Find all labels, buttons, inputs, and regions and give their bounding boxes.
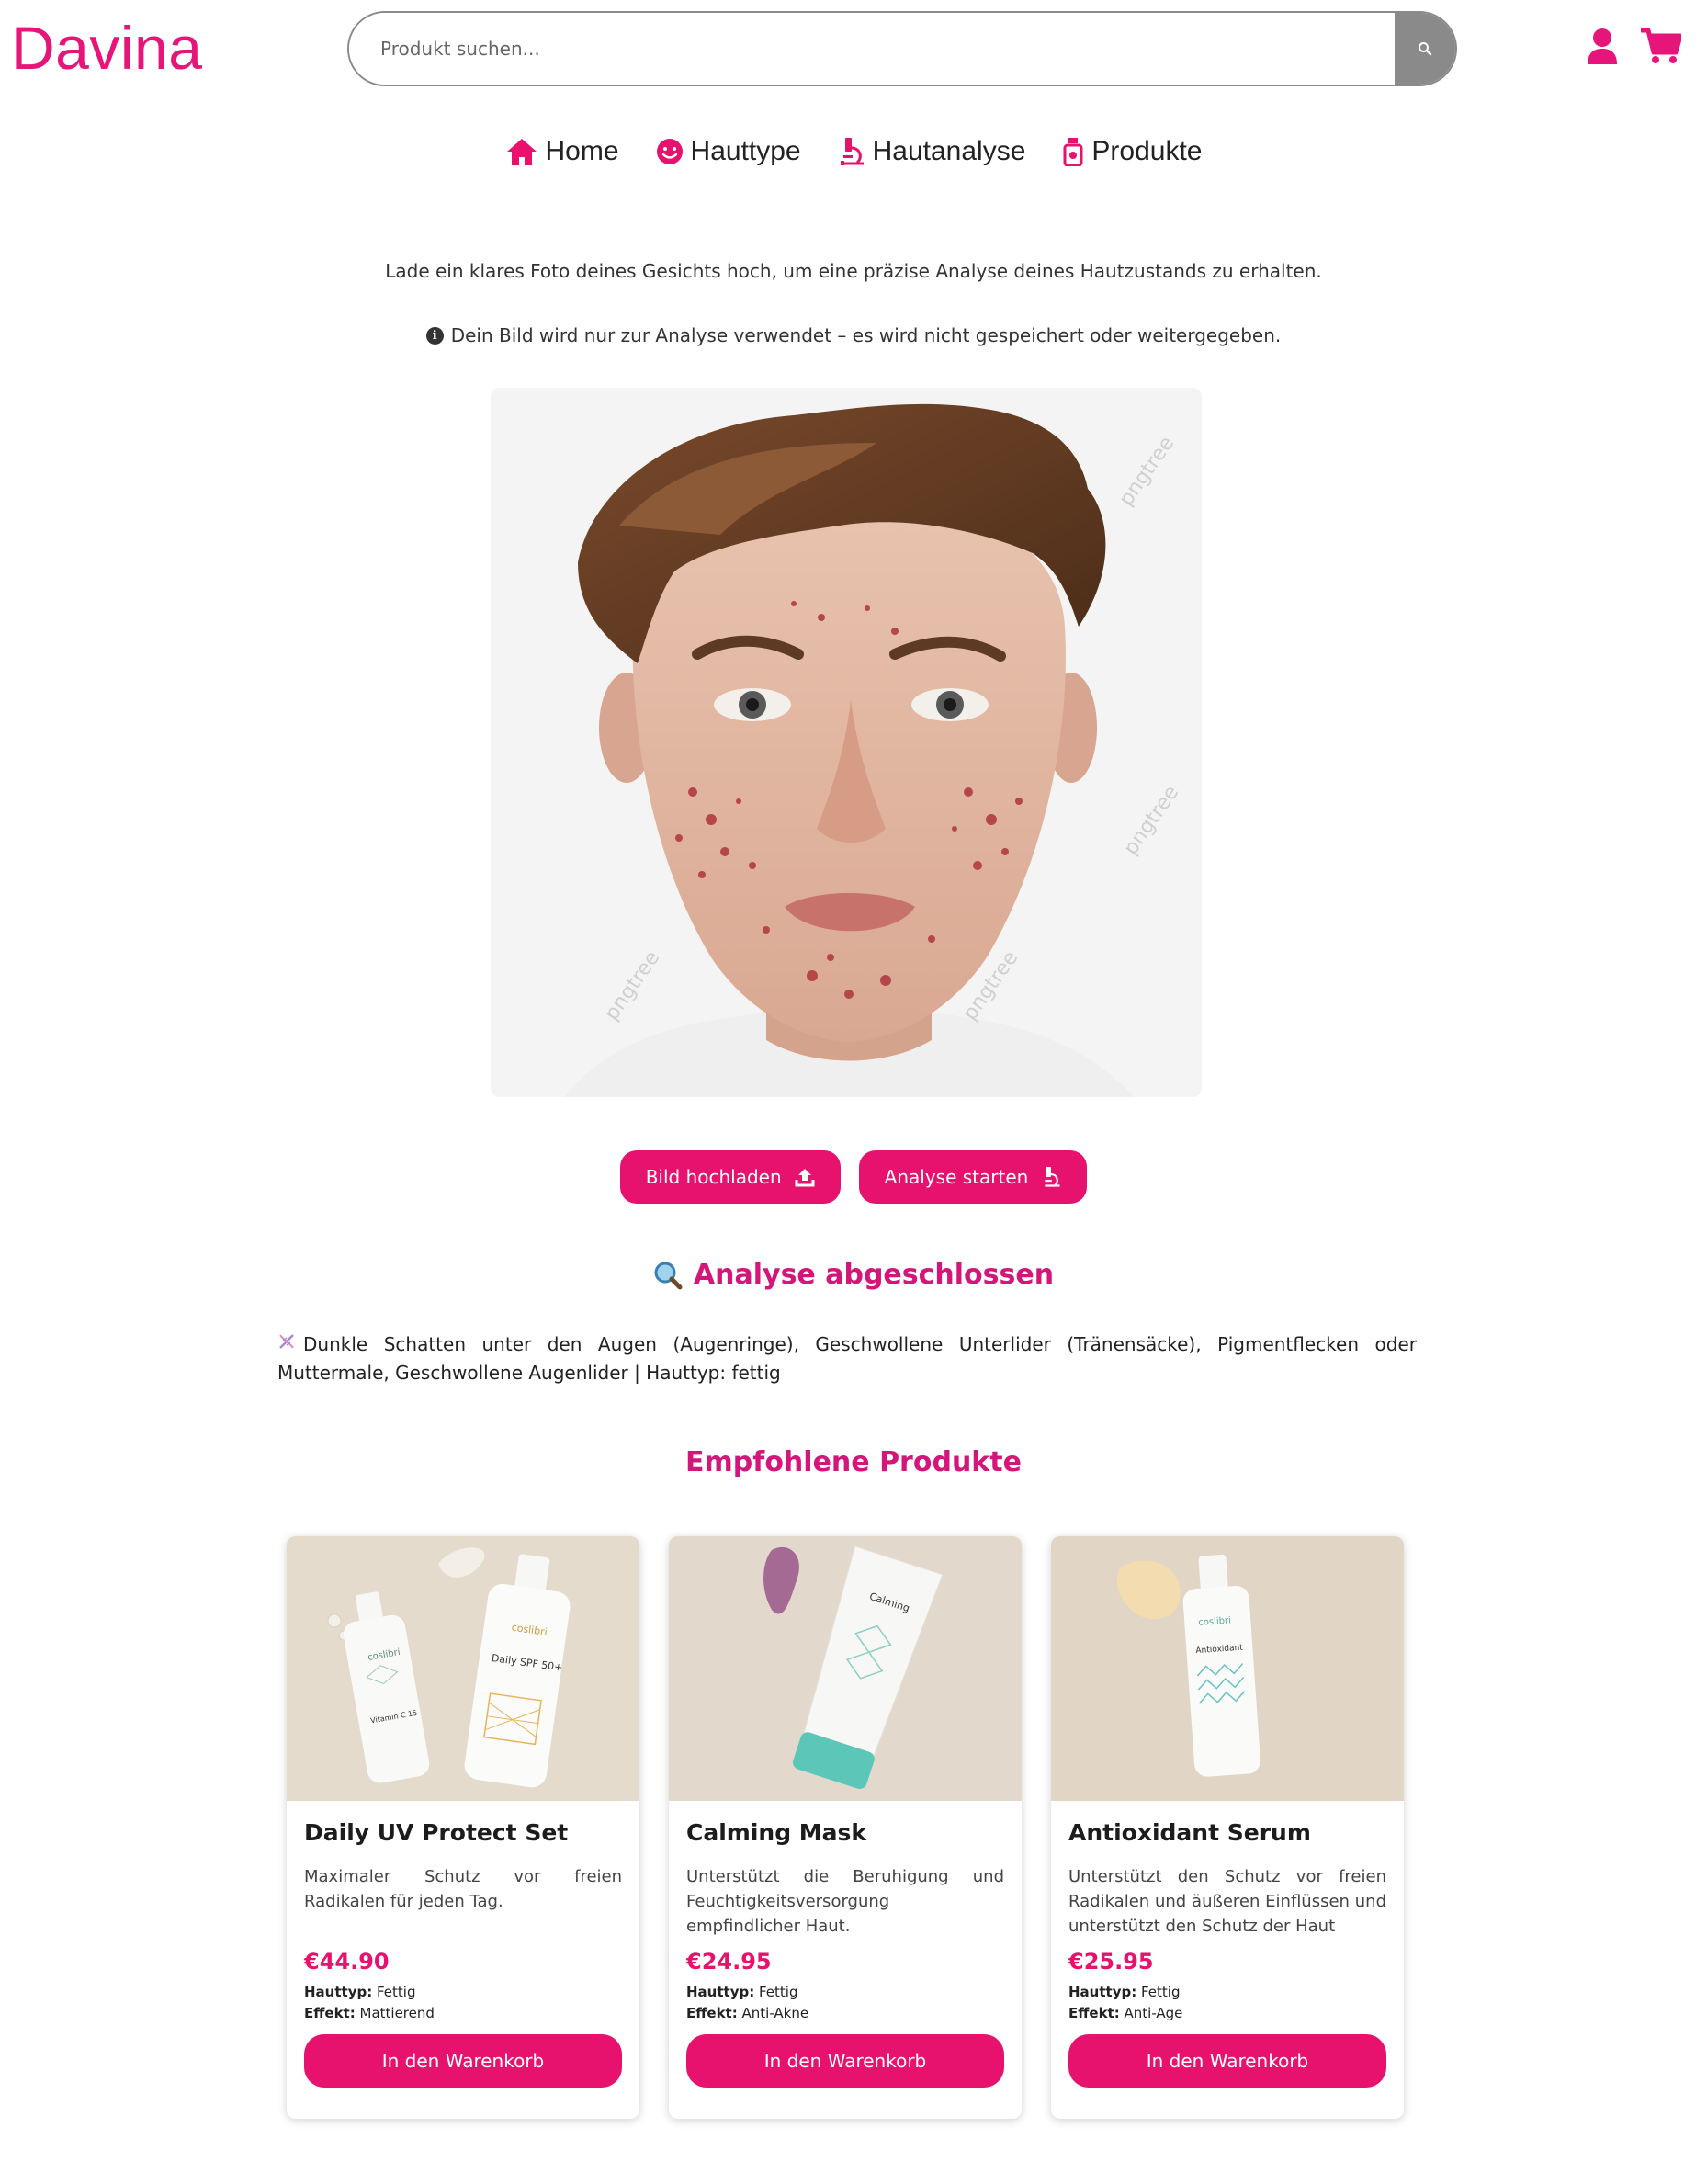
nav-item-home[interactable]: Home [505, 136, 619, 167]
nav-item-produkte[interactable]: Produkte [1062, 136, 1202, 167]
effect: Anti-Akne [741, 2005, 809, 2021]
product-card[interactable]: coslibri Antioxidant Antioxidant Serum U… [1051, 1536, 1404, 2119]
product-description: Maximaler Schutz vor freien Radikalen fü… [304, 1867, 622, 1911]
search-bar [347, 11, 1457, 86]
user-icon[interactable] [1586, 28, 1619, 64]
product-image: coslibri Vitamin C 15 coslibri Daily SPF… [287, 1536, 639, 1801]
product-image: coslibri Antioxidant [1051, 1536, 1404, 1801]
effect-label: Effekt: [304, 2005, 356, 2021]
main-nav: Home Hauttype Hautanalyse Produkte [0, 136, 1707, 167]
dna-icon [277, 1330, 296, 1359]
start-analysis-button[interactable]: Analyse starten [858, 1150, 1088, 1204]
analysis-actions: Bild hochladen Analyse starten [0, 1150, 1707, 1204]
effect-label: Effekt: [686, 2005, 738, 2021]
product-price: €44.90 [304, 1949, 390, 1975]
product-description: Unterstützt die Beruhigung und Feuchtigk… [686, 1867, 1004, 1936]
product-meta: Hauttyp: Fettig Effekt: Anti-Akne [686, 1982, 1004, 2024]
nav-item-hautanalyse[interactable]: Hautanalyse [838, 136, 1026, 167]
recommended-products-title: Empfohlene Produkte [685, 1446, 1022, 1478]
search-button[interactable] [1395, 13, 1455, 85]
analysis-result-text: Dunkle Schatten unter den Augen (Augenri… [277, 1330, 1417, 1387]
microscope-icon [840, 138, 864, 165]
upload-label: Bild hochladen [645, 1166, 782, 1188]
product-price: €25.95 [1068, 1949, 1154, 1975]
nav-label: Produkte [1091, 136, 1203, 166]
product-description: Unterstützt den Schutz vor freien Radika… [1068, 1867, 1386, 1936]
smiley-icon [656, 139, 683, 164]
product-card[interactable]: Calming Calming Mask Unterstützt die Ber… [669, 1536, 1022, 2119]
skin-type: Fettig [1141, 1984, 1181, 2000]
product-grid: coslibri Vitamin C 15 coslibri Daily SPF… [287, 1536, 1406, 2119]
nav-item-hauttype[interactable]: Hauttype [656, 136, 801, 167]
product-meta: Hauttyp: Fettig Effekt: Anti-Age [1068, 1982, 1386, 2024]
product-card[interactable]: coslibri Vitamin C 15 coslibri Daily SPF… [287, 1536, 639, 2119]
microscope-icon [1045, 1167, 1060, 1187]
add-to-cart-button[interactable]: In den Warenkorb [1068, 2034, 1386, 2088]
add-to-cart-button[interactable]: In den Warenkorb [304, 2034, 622, 2088]
product-name[interactable]: Antioxidant Serum [1068, 1819, 1386, 1846]
effect-label: Effekt: [1068, 2005, 1120, 2021]
nav-label: Hautanalyse [872, 136, 1026, 166]
analysis-result-title: Analyse abgeschlossen [0, 1259, 1707, 1291]
result-description: Dunkle Schatten unter den Augen (Augenri… [277, 1333, 1417, 1384]
effect: Anti-Age [1124, 2005, 1183, 2021]
product-meta: Hauttyp: Fettig Effekt: Mattierend [304, 1982, 622, 2024]
nav-label: Hauttype [690, 136, 801, 166]
uploaded-face-photo: pngtree pngtree pngtree pngtree [491, 388, 1202, 1097]
analyze-label: Analyse starten [884, 1166, 1029, 1188]
skin-type: Fettig [377, 1984, 416, 2000]
product-image: Calming [669, 1536, 1022, 1801]
home-icon [506, 139, 537, 165]
bottle-icon [1063, 138, 1083, 166]
privacy-note-text: Dein Bild wird nur zur Analyse verwendet… [450, 324, 1282, 346]
upload-image-button[interactable]: Bild hochladen [619, 1150, 841, 1204]
search-icon [1419, 42, 1432, 56]
privacy-note: i Dein Bild wird nur zur Analyse verwend… [0, 324, 1707, 346]
product-name[interactable]: Calming Mask [686, 1819, 1004, 1846]
logo[interactable]: Davina [11, 13, 202, 83]
upload-icon [795, 1169, 815, 1187]
magnifier-icon [654, 1262, 683, 1289]
intro-text: Lade ein klares Foto deines Gesichts hoc… [385, 260, 1322, 282]
result-title-text: Analyse abgeschlossen [693, 1259, 1055, 1291]
skin-type-label: Hauttyp: [304, 1984, 373, 2000]
skin-type-label: Hauttyp: [1068, 1984, 1137, 2000]
add-to-cart-button[interactable]: In den Warenkorb [686, 2034, 1004, 2088]
skin-type-label: Hauttyp: [686, 1984, 755, 2000]
nav-label: Home [545, 136, 619, 166]
product-price: €24.95 [686, 1949, 772, 1975]
cart-icon[interactable] [1641, 28, 1681, 64]
info-icon: i [425, 326, 444, 345]
product-name[interactable]: Daily UV Protect Set [304, 1819, 622, 1846]
effect: Mattierend [359, 2005, 435, 2021]
search-input[interactable] [349, 13, 1395, 85]
skin-type: Fettig [759, 1984, 798, 2000]
